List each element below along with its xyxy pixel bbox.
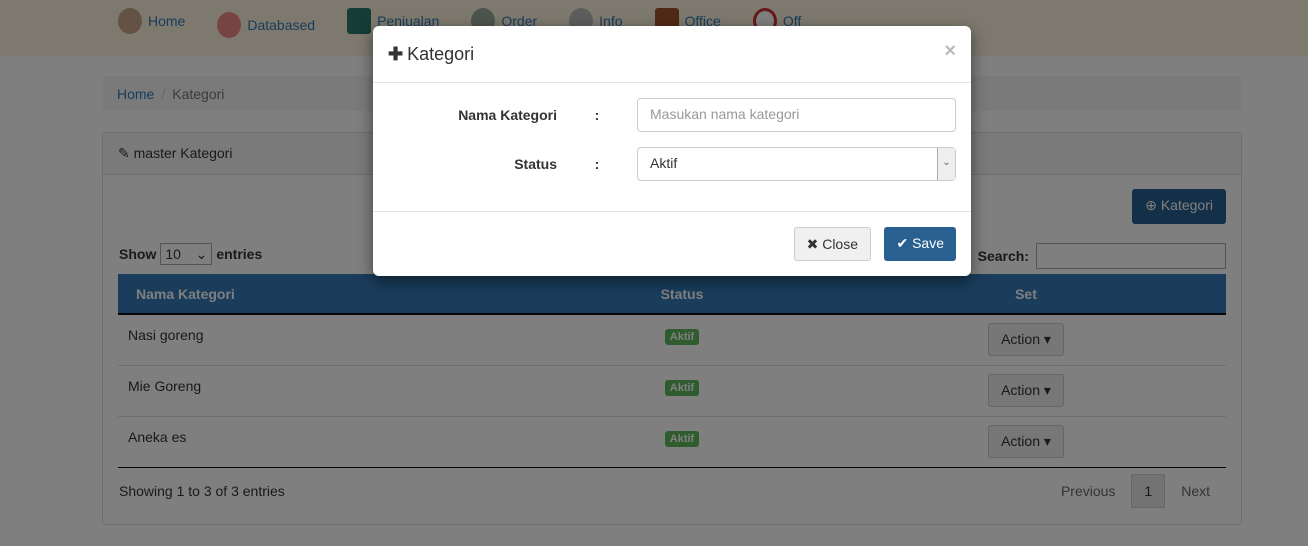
status-select[interactable]: Aktif ⌄ <box>637 147 956 181</box>
button-label: Save <box>912 235 944 251</box>
modal-header: ✚ Kategori <box>373 26 971 83</box>
button-label: Close <box>822 236 858 252</box>
status-label: Status <box>514 156 557 172</box>
nama-kategori-input[interactable]: Masukan nama kategori <box>637 98 956 132</box>
times-circle-icon: ✖ <box>806 236 823 252</box>
nama-kategori-label: Nama Kategori <box>458 107 557 123</box>
status-value: Aktif <box>650 155 678 171</box>
modal-footer: ✖ Close ✔ Save <box>373 211 971 276</box>
add-kategori-modal: ✚ Kategori × Nama Kategori : Masukan nama… <box>373 26 971 276</box>
modal-title: Kategori <box>407 43 475 64</box>
close-button[interactable]: ✖ Close <box>793 227 871 261</box>
close-icon[interactable]: × <box>944 40 956 63</box>
save-button[interactable]: ✔ Save <box>884 227 956 261</box>
chevron-down-icon: ⌄ <box>937 148 955 180</box>
colon: : <box>594 107 600 123</box>
colon: : <box>594 156 600 172</box>
plus-icon: ✚ <box>388 43 404 64</box>
check-circle-icon: ✔ <box>896 235 913 251</box>
